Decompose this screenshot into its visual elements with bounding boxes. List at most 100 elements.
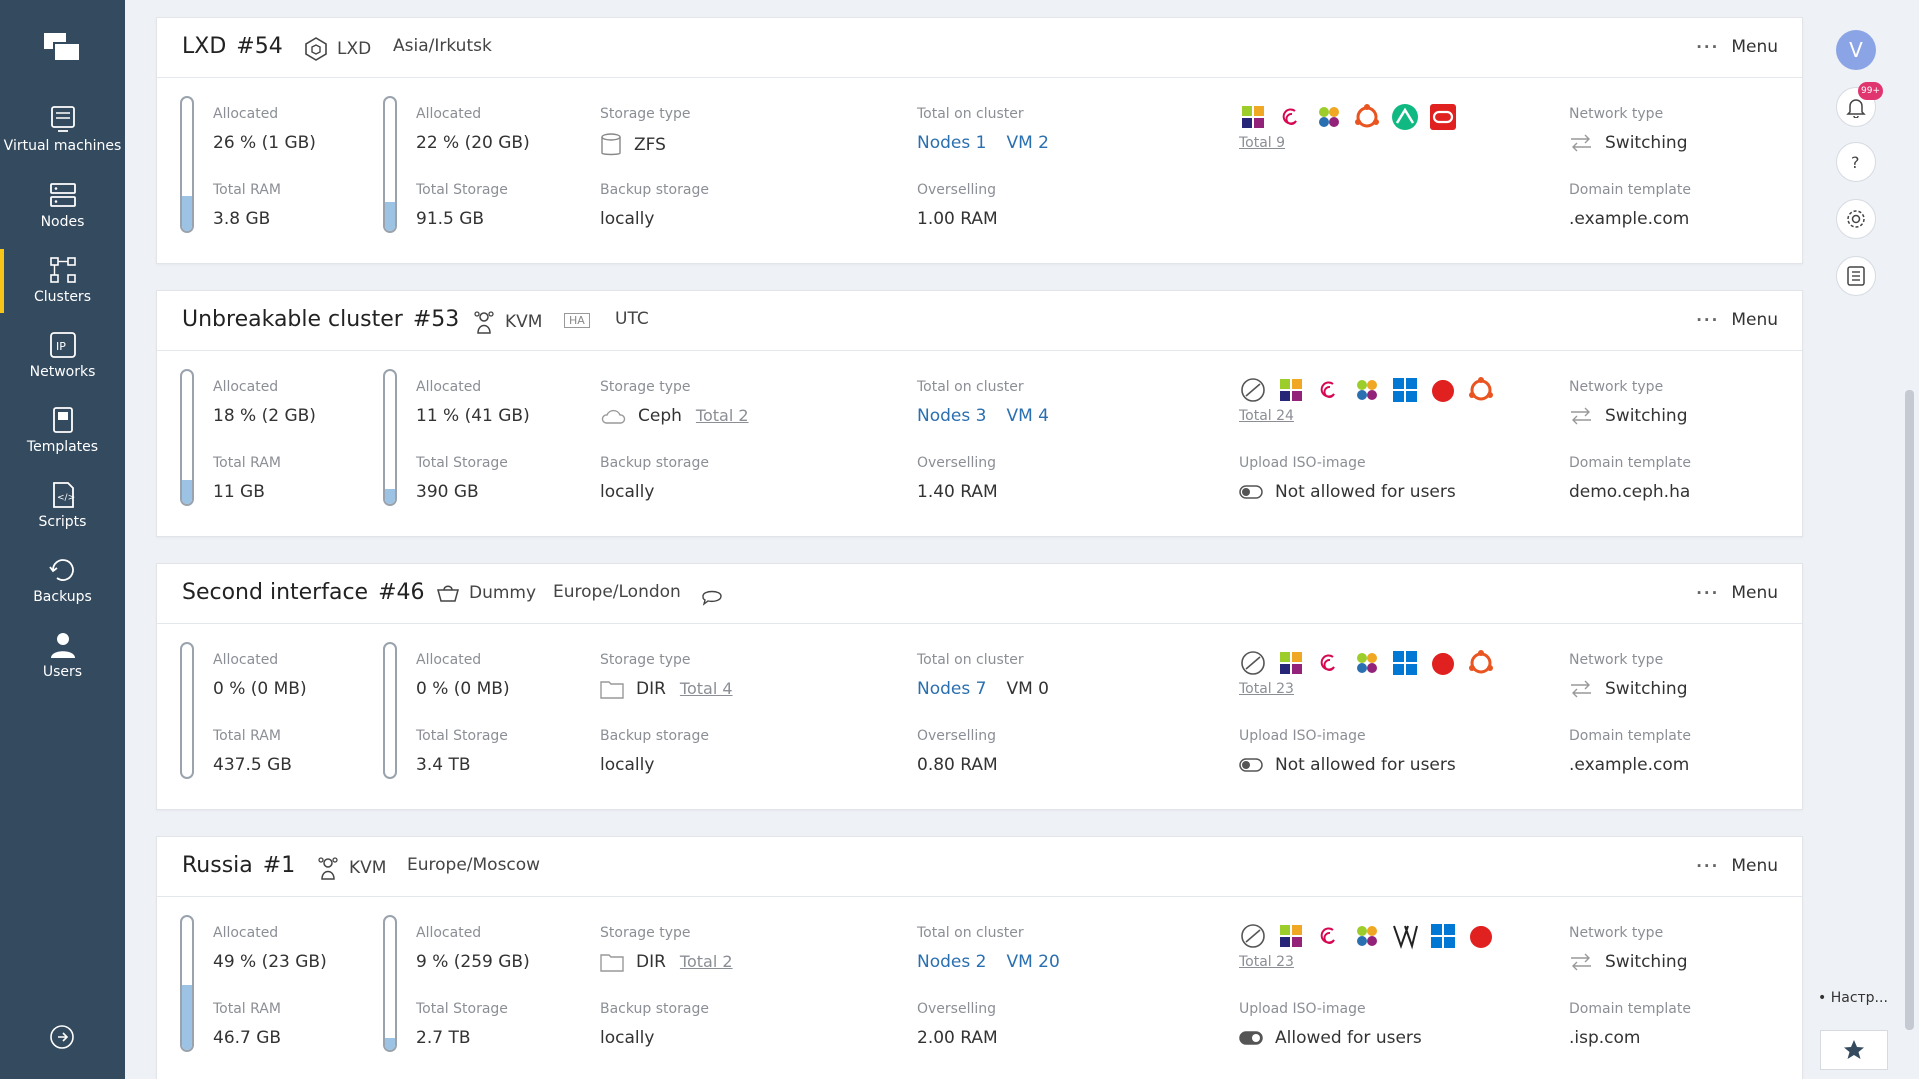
debian-icon	[1320, 381, 1335, 398]
overselling-value: 2.00 RAM	[917, 1028, 998, 1048]
overselling-value: 1.40 RAM	[917, 482, 998, 502]
vm-link[interactable]: VM 2	[1006, 133, 1049, 153]
menu-label: Menu	[1731, 583, 1778, 603]
settings-button[interactable]	[1836, 199, 1876, 239]
help-button[interactable]: ?	[1836, 142, 1876, 182]
menu-button[interactable]: ··· Menu	[1696, 856, 1778, 876]
backup-storage-label: Backup storage	[600, 1001, 709, 1017]
ram-usage-bar	[180, 96, 194, 233]
menu-label: Menu	[1731, 310, 1778, 330]
sidebar-item-templates[interactable]: Templates	[0, 405, 125, 455]
svg-text:</>: </>	[57, 493, 75, 503]
user-icon	[50, 633, 75, 658]
logo-icon[interactable]	[44, 31, 82, 63]
os-total-link[interactable]: Total 9	[1239, 135, 1285, 151]
os-total-link[interactable]: Total 24	[1239, 408, 1294, 424]
overselling-value: 0.80 RAM	[917, 755, 998, 775]
nodes-link[interactable]: Nodes 7	[917, 679, 986, 699]
vm-link[interactable]: VM 20	[1006, 952, 1059, 972]
overselling-label: Overselling	[917, 455, 997, 471]
card-header: LXD #54 LXD Asia/Irkutsk ··· Menu	[157, 18, 1802, 78]
storage-type-label: Storage type	[600, 925, 691, 941]
storage-total-link[interactable]: Total 2	[696, 406, 749, 425]
tasks-button[interactable]	[1836, 256, 1876, 296]
sidebar-item-label: Virtual machines	[3, 138, 122, 154]
ram-usage-fill	[182, 480, 192, 504]
notifications-button[interactable]: 99+	[1836, 82, 1883, 127]
storage-usage-bar	[383, 96, 397, 233]
fedora-icon	[1357, 380, 1377, 400]
database-icon	[601, 133, 621, 156]
timezone: Europe/Moscow	[407, 855, 540, 875]
menu-button[interactable]: ··· Menu	[1696, 310, 1778, 330]
toggle-off-icon[interactable]	[1239, 484, 1263, 500]
menu-button[interactable]: ··· Menu	[1696, 583, 1778, 603]
redhat-icon	[1470, 926, 1492, 948]
avatar[interactable]: V	[1836, 30, 1876, 70]
cluster-card: LXD #54 LXD Asia/Irkutsk ··· Menu Allocate…	[156, 17, 1803, 264]
timezone: Europe/London	[553, 582, 681, 602]
virt-label: KVM	[505, 312, 543, 332]
fedora-icon	[1319, 107, 1339, 127]
windows-icon	[1393, 651, 1417, 675]
scrollbar[interactable]	[1905, 390, 1914, 1030]
backup-storage-value: locally	[600, 1028, 655, 1048]
sidebar-item-nodes[interactable]: Nodes	[0, 180, 125, 230]
network-type-label: Network type	[1569, 379, 1664, 395]
storage-type-value: ZFS	[600, 133, 666, 157]
menu-button[interactable]: ··· Menu	[1696, 37, 1778, 57]
upload-iso-text: Not allowed for users	[1275, 482, 1456, 502]
template-icon	[52, 407, 73, 433]
sidebar-item-users[interactable]: Users	[0, 630, 125, 680]
nodes-link[interactable]: Nodes 1	[917, 133, 986, 153]
cluster-title[interactable]: Unbreakable cluster #53	[182, 307, 459, 332]
favorites-button[interactable]	[1820, 1030, 1888, 1070]
windows-icon	[1393, 378, 1417, 402]
upload-iso-value: Not allowed for users	[1239, 755, 1456, 775]
settings-link[interactable]: • Настр...	[1818, 990, 1888, 1006]
sidebar-item-backups[interactable]: Backups	[0, 555, 125, 605]
comment-icon[interactable]	[701, 588, 723, 606]
cluster-title[interactable]: LXD #54	[182, 34, 283, 59]
gear-icon	[1847, 210, 1865, 228]
toggle-on-icon[interactable]	[1239, 1030, 1263, 1046]
nodes-link[interactable]: Nodes 2	[917, 952, 986, 972]
sidebar-item-clusters[interactable]: Clusters	[0, 249, 125, 313]
star-icon	[1844, 1040, 1864, 1059]
folder-icon	[600, 681, 624, 699]
overselling-label: Overselling	[917, 728, 997, 744]
sidebar-item-label: Templates	[26, 439, 99, 455]
sidebar-item-label: Users	[42, 664, 83, 680]
storage-usage-fill	[385, 201, 395, 231]
toggle-off-icon[interactable]	[1239, 757, 1263, 773]
vm-link[interactable]: VM 4	[1006, 406, 1049, 426]
storage-type-value: DIR Total 2	[600, 952, 733, 972]
alma-icon	[1392, 104, 1418, 130]
debian-icon	[1282, 108, 1297, 125]
storage-total-link[interactable]: Total 4	[680, 679, 733, 698]
nodes-link[interactable]: Nodes 3	[917, 406, 986, 426]
ubuntu-icon	[1355, 104, 1379, 128]
freebsd-icon	[1241, 924, 1265, 948]
backup-storage-label: Backup storage	[600, 182, 709, 198]
list-icon	[1847, 266, 1865, 286]
cloud-icon	[601, 409, 626, 424]
allocated-label: Allocated	[416, 106, 482, 122]
sidebar-item-virtual-machines[interactable]: Virtual machines	[0, 104, 125, 154]
sidebar-item-scripts[interactable]: </> Scripts	[0, 480, 125, 530]
sidebar-item-label: Clusters	[34, 289, 91, 305]
cluster-title[interactable]: Second interface #46	[182, 580, 425, 605]
upload-iso-text: Not allowed for users	[1275, 755, 1456, 775]
sidebar-item-networks[interactable]: IP Networks	[0, 330, 125, 380]
virtualization-type: Dummy	[435, 582, 536, 604]
os-total-link[interactable]: Total 23	[1239, 681, 1294, 697]
total-on-cluster-label: Total on cluster	[917, 106, 1024, 122]
upload-iso-text: Allowed for users	[1275, 1028, 1422, 1048]
timezone-label: Europe/Moscow	[407, 855, 541, 875]
virt-label: Dummy	[469, 583, 537, 603]
os-total-link[interactable]: Total 23	[1239, 954, 1294, 970]
collapse-sidebar-icon[interactable]	[49, 1024, 75, 1050]
overselling-label: Overselling	[917, 182, 997, 198]
storage-total-link[interactable]: Total 2	[680, 952, 733, 971]
cluster-title[interactable]: Russia #1	[182, 853, 295, 878]
